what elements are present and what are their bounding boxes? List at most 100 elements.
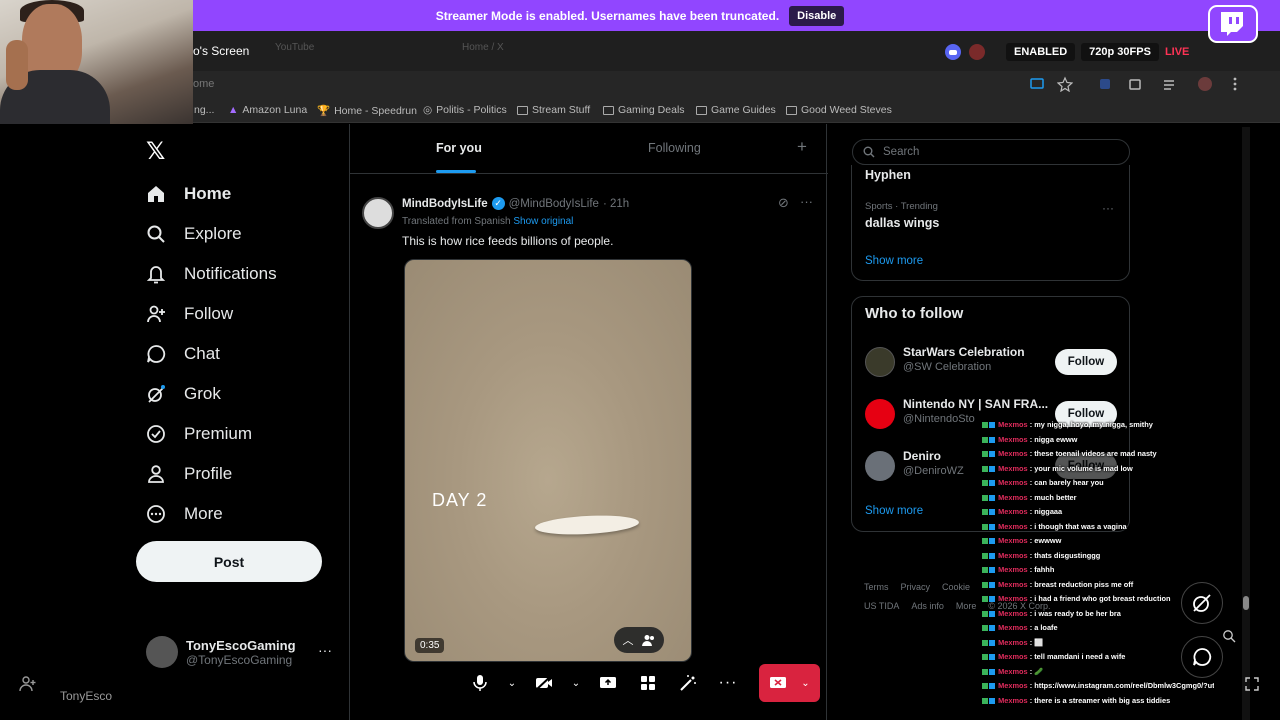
zoom-icon[interactable] (1222, 629, 1236, 643)
nav-more[interactable]: More (146, 500, 223, 528)
chat-message: Mexmos : https://www.instagram.com/reel/… (982, 679, 1214, 694)
nav-chat[interactable]: Chat (146, 340, 220, 368)
footer-us-tida[interactable]: US TIDA (864, 601, 899, 611)
x-logo[interactable]: 𝕏 (146, 137, 165, 166)
more-icon[interactable]: ··· (800, 194, 813, 209)
scrollbar[interactable] (1242, 127, 1250, 720)
footer-privacy[interactable]: Privacy (901, 582, 931, 592)
chevron-down-icon[interactable]: ⌄ (503, 665, 521, 701)
who-to-follow-show-more[interactable]: Show more (865, 505, 923, 517)
chevron-down-icon[interactable]: ⌄ (801, 678, 809, 689)
badge-icon (982, 422, 988, 429)
badge-icon (989, 625, 995, 632)
chat-message: Mexmos : tell mamdani i need a wife (982, 650, 1214, 665)
messages-floating-button[interactable] (1181, 636, 1223, 678)
footer-more[interactable]: More (956, 601, 977, 611)
footer-ads-info[interactable]: Ads info (911, 601, 944, 611)
bookmark-game-guides[interactable]: Game Guides (696, 104, 776, 116)
bookmark-speedrun[interactable]: 🏆 Home - Speedrun (317, 104, 417, 118)
bookmark-stream-stuff[interactable]: Stream Stuff (517, 104, 590, 116)
follow-suggestion[interactable]: StarWars Celebration @SW Celebration Fol… (865, 345, 1117, 383)
bookmark-amazon-luna[interactable]: ▲ Amazon Luna (228, 104, 307, 116)
tweet-author-handle[interactable]: @MindBodyIsLife (509, 198, 599, 210)
grok-icon[interactable]: ⊘ (778, 195, 789, 211)
fullscreen-icon[interactable] (1244, 676, 1260, 692)
bookmark-label: Amazon Luna (242, 104, 308, 116)
chat-icon (146, 344, 166, 364)
badge-icon (989, 436, 995, 443)
kebab-menu-icon[interactable] (1227, 76, 1243, 92)
participants-pill[interactable]: ︿ (614, 627, 664, 653)
disable-streamer-mode-button[interactable]: Disable (789, 5, 845, 26)
nav-explore[interactable]: Explore (146, 220, 242, 248)
leave-call-button[interactable]: ⌄ (759, 664, 820, 702)
tab-home-x[interactable]: Home / X (462, 42, 504, 53)
more-circle-icon (146, 504, 166, 524)
account-name: TonyEscoGaming (186, 637, 296, 653)
bookmark-good-weed-steves[interactable]: Good Weed Steves (786, 104, 892, 116)
bookmark-politics[interactable]: ◎ Politis - Politics (423, 104, 507, 116)
extension-icon[interactable] (1097, 76, 1113, 92)
chat-username: Mexmos (998, 507, 1028, 516)
more-icon[interactable]: ··· (1102, 201, 1114, 215)
verified-icon: ✓ (491, 197, 505, 210)
plus-icon[interactable]: + (797, 137, 807, 157)
footer-links: Terms Privacy Cookie (864, 582, 970, 592)
tweet-time[interactable]: · 21h (603, 198, 629, 210)
people-icon[interactable] (18, 675, 36, 693)
tweet-video[interactable]: DAY 2 0:35 (404, 259, 692, 662)
nav-premium[interactable]: Premium (146, 420, 252, 448)
follow-button[interactable]: Follow (1055, 349, 1117, 375)
camera-off-button[interactable] (527, 665, 561, 701)
bookmark-0[interactable]: ng... (194, 104, 214, 116)
badge-icon (982, 494, 988, 501)
search-icon (863, 146, 875, 158)
chat-username: Mexmos (998, 637, 1028, 647)
address-bar[interactable]: ome (193, 71, 1280, 99)
search-input[interactable]: Search (852, 139, 1130, 165)
cast-icon[interactable] (1029, 76, 1045, 92)
show-original-link[interactable]: Show original (513, 216, 573, 227)
more-icon[interactable]: ··· (711, 665, 745, 701)
luna-icon: ▲ (228, 104, 239, 116)
post-button[interactable]: Post (136, 541, 322, 582)
puzzle-icon[interactable] (1127, 76, 1143, 92)
tab-following[interactable]: Following (648, 141, 701, 155)
star-icon[interactable] (1057, 76, 1073, 92)
nav-grok[interactable]: Grok (146, 380, 221, 408)
badge-icon (989, 552, 995, 559)
profile-icon[interactable] (1197, 76, 1213, 92)
search-icon (146, 224, 166, 244)
menu-list-icon[interactable] (1161, 76, 1177, 92)
badge-icon (989, 538, 995, 545)
mic-button[interactable] (463, 665, 497, 701)
chat-username: Mexmos (998, 666, 1028, 676)
nav-home[interactable]: Home (146, 180, 231, 208)
scrollbar-thumb[interactable] (1243, 596, 1249, 610)
bookmark-gaming-deals[interactable]: Gaming Deals (603, 104, 685, 116)
chat-text: niggaaa (1034, 507, 1063, 516)
account-switcher[interactable]: TonyEscoGaming @TonyEscoGaming ··· (146, 636, 332, 668)
footer-terms[interactable]: Terms (864, 582, 889, 592)
nav-follow[interactable]: Follow (146, 300, 233, 328)
apps-button[interactable] (631, 665, 665, 701)
share-screen-button[interactable] (591, 665, 625, 701)
trend-top[interactable]: Hyphen (865, 168, 911, 182)
chat-text: ⬜ (1034, 637, 1044, 647)
effects-button[interactable] (671, 665, 705, 701)
grok-floating-button[interactable] (1181, 582, 1223, 624)
tab-youtube[interactable]: YouTube (275, 42, 314, 53)
more-icon[interactable]: ··· (318, 642, 332, 658)
trend-name[interactable]: dallas wings (865, 216, 939, 230)
trends-show-more[interactable]: Show more (865, 255, 923, 267)
tweet-avatar[interactable] (362, 197, 394, 229)
chat-message: Mexmos : these toenail videos are mad na… (982, 447, 1214, 462)
suggestion-handle: @NintendoSto (903, 413, 975, 425)
nav-profile[interactable]: Profile (146, 460, 232, 488)
chat-message: Mexmos : i though that was a vagina (982, 520, 1214, 535)
tab-for-you[interactable]: For you (436, 141, 482, 155)
nav-notifications[interactable]: Notifications (146, 260, 277, 288)
chevron-down-icon[interactable]: ⌄ (567, 665, 585, 701)
tweet-author-name[interactable]: MindBodyIsLife (402, 198, 488, 210)
footer-cookie[interactable]: Cookie (942, 582, 970, 592)
